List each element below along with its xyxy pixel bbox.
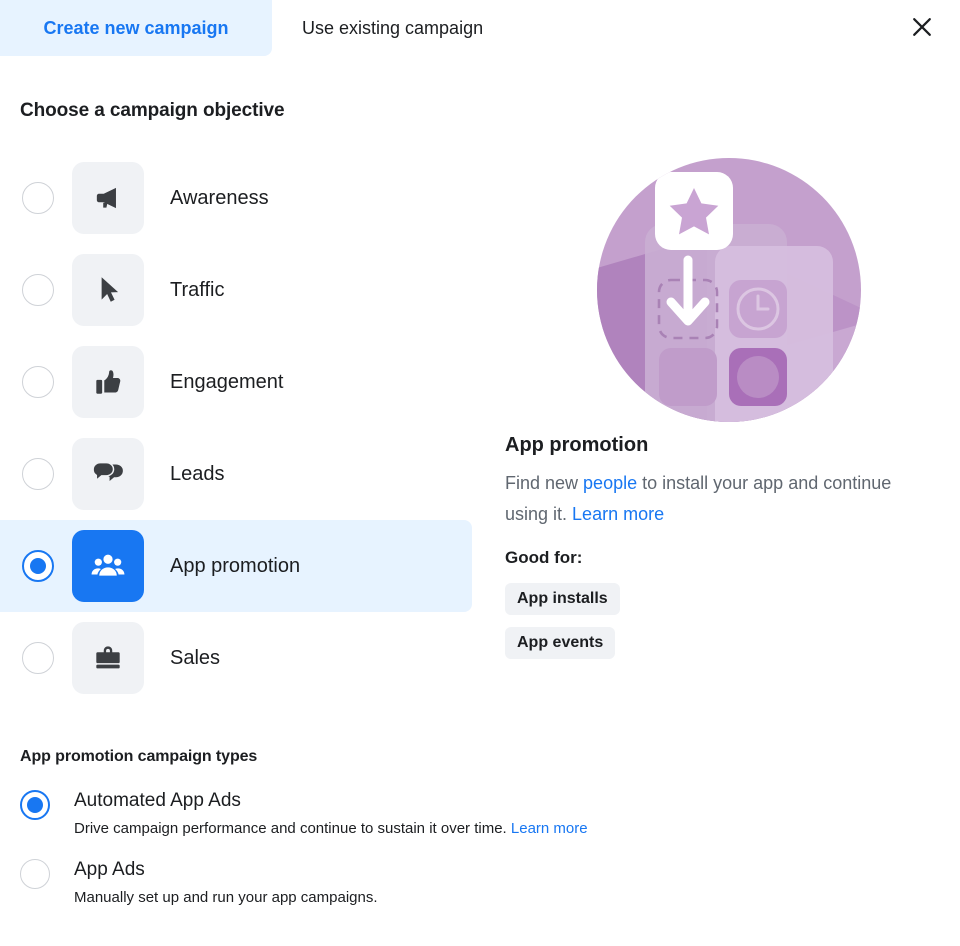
campaign-type-desc-text: Drive campaign performance and continue … (74, 820, 511, 837)
objective-label-awareness: Awareness (170, 186, 269, 209)
campaign-type-learn-more-link[interactable]: Learn more (511, 820, 588, 837)
detail-description-part1: Find new (505, 473, 584, 493)
campaign-type-radio-app-ads[interactable] (20, 859, 50, 889)
campaign-type-texts: Automated App Ads Drive campaign perform… (74, 788, 588, 839)
campaign-type-desc-app-ads: Manually set up and run your app campaig… (74, 889, 378, 906)
objective-label-traffic: Traffic (170, 278, 225, 301)
people-group-icon (72, 530, 144, 602)
objective-radio-engagement[interactable] (22, 366, 54, 398)
objective-radio-app-promotion[interactable] (22, 550, 54, 582)
detail-title: App promotion (505, 434, 649, 456)
campaign-type-app-ads[interactable]: App Ads Manually set up and run your app… (20, 857, 820, 926)
campaign-types-radio-group: Automated App Ads Drive campaign perform… (20, 788, 820, 926)
objective-label-leads: Leads (170, 462, 225, 485)
objective-detail-panel: App promotion Find new people to install… (505, 158, 925, 659)
objective-radio-awareness[interactable] (22, 182, 54, 214)
people-link[interactable]: people (583, 473, 637, 493)
campaign-objective-dialog: Create new campaign Use existing campaig… (0, 0, 960, 946)
objective-radio-group: Awareness Traffic Engagement Leads App p… (0, 152, 472, 704)
objective-section-heading: Choose a campaign objective (20, 100, 285, 121)
pill-app-events: App events (505, 627, 616, 659)
good-for-pills: App installs App events (505, 583, 620, 671)
objective-option-sales[interactable]: Sales (0, 612, 472, 704)
objective-option-traffic[interactable]: Traffic (0, 244, 472, 336)
objective-option-app-promotion[interactable]: App promotion (0, 520, 472, 612)
detail-description: Find new people to install your app and … (505, 468, 910, 530)
thumbs-up-icon (72, 346, 144, 418)
close-button[interactable] (902, 8, 942, 48)
objective-label-app-promotion: App promotion (170, 554, 301, 577)
objective-option-awareness[interactable]: Awareness (0, 152, 472, 244)
campaign-type-title-automated-app-ads: Automated App Ads (74, 790, 241, 811)
megaphone-icon (72, 162, 144, 234)
objective-radio-leads[interactable] (22, 458, 54, 490)
tab-create-new-campaign[interactable]: Create new campaign (0, 0, 272, 56)
campaign-type-desc-automated-app-ads: Drive campaign performance and continue … (74, 819, 588, 839)
campaign-type-radio-automated-app-ads[interactable] (20, 790, 50, 820)
objective-option-leads[interactable]: Leads (0, 428, 472, 520)
objective-label-sales: Sales (170, 646, 221, 669)
tab-bar: Create new campaign Use existing campaig… (0, 0, 960, 56)
learn-more-link[interactable]: Learn more (572, 504, 664, 524)
pill-app-installs: App installs (505, 583, 620, 615)
objective-label-engagement: Engagement (170, 370, 284, 393)
cursor-icon (72, 254, 144, 326)
app-install-illustration (597, 158, 861, 422)
campaign-type-automated-app-ads[interactable]: Automated App Ads Drive campaign perform… (20, 788, 820, 857)
briefcase-icon (72, 622, 144, 694)
campaign-type-texts: App Ads Manually set up and run your app… (74, 857, 378, 908)
close-icon (910, 15, 934, 42)
objective-option-engagement[interactable]: Engagement (0, 336, 472, 428)
tab-use-existing-campaign-label: Use existing campaign (302, 17, 484, 38)
good-for-label: Good for: (505, 548, 583, 567)
chat-bubbles-icon (72, 438, 144, 510)
tab-use-existing-campaign[interactable]: Use existing campaign (272, 0, 562, 56)
objective-radio-traffic[interactable] (22, 274, 54, 306)
campaign-type-title-app-ads: App Ads (74, 859, 145, 880)
objective-radio-sales[interactable] (22, 642, 54, 674)
tab-create-new-campaign-label: Create new campaign (43, 17, 229, 38)
campaign-types-heading: App promotion campaign types (20, 748, 258, 765)
